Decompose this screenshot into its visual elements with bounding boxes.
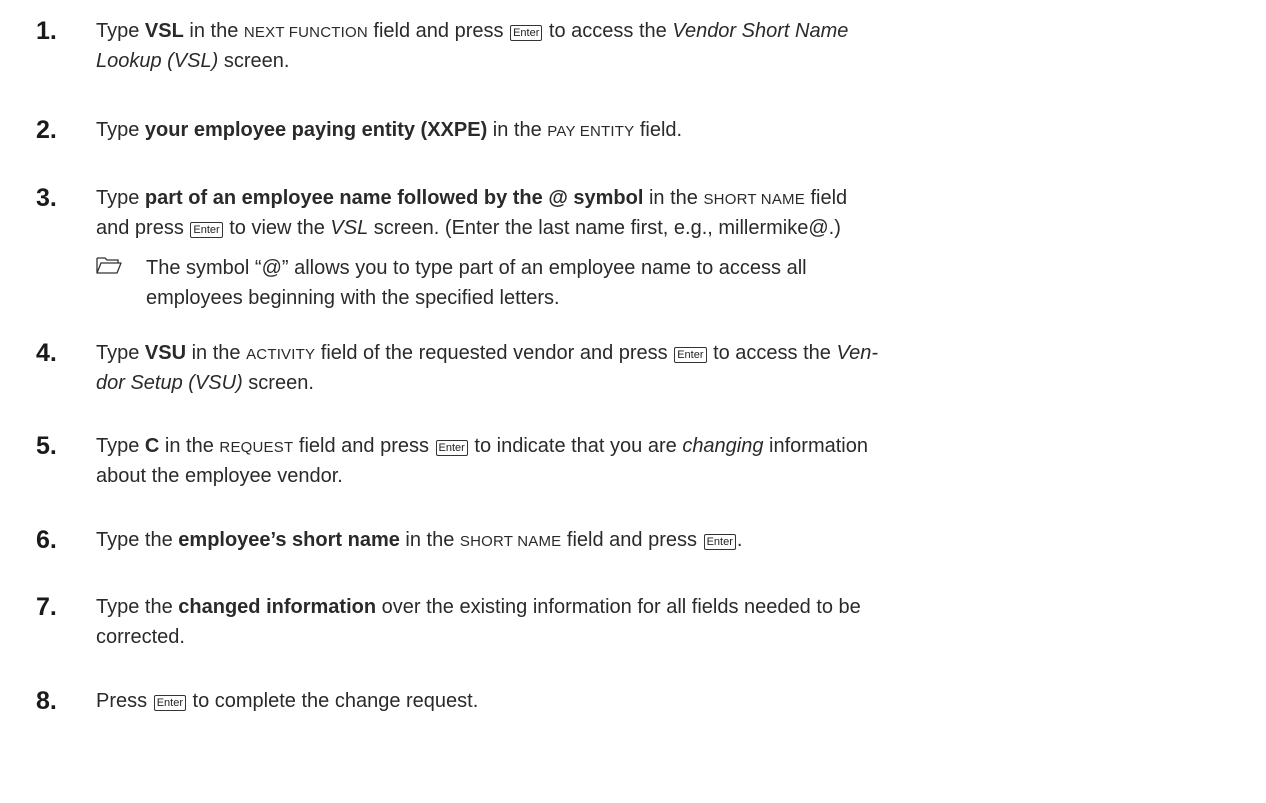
step-number: 8. [36, 687, 57, 715]
field-name: ACTIVITY [246, 346, 316, 363]
step-number: 7. [36, 593, 57, 621]
field-name: REQUEST [219, 439, 294, 456]
step-text-line-1: Type VSU in the ACTIVITY field of the re… [96, 342, 878, 364]
instruction-page: 1. Type VSL in the NEXT FUNCTION field a… [0, 0, 1266, 803]
step-text-line-2: about the employee vendor. [96, 465, 343, 487]
step-text-line-1: Type the changed information over the ex… [96, 596, 861, 618]
enter-key-icon: Enter [674, 347, 707, 363]
step-number: 6. [36, 526, 57, 554]
step-text-line-1: Type the employee’s short name in the SH… [96, 529, 743, 551]
enter-key-icon: Enter [510, 25, 543, 41]
step-text-line-2: dor Setup (VSU) screen. [96, 372, 314, 394]
step-number: 5. [36, 432, 57, 460]
enter-key-icon: Enter [703, 534, 736, 550]
note-text-line-1: The symbol “@” allows you to type part o… [146, 257, 807, 279]
step-number: 2. [36, 116, 57, 144]
field-name: NEXT FUNCTION [243, 24, 368, 41]
note-text-line-2: employees beginning with the specified l… [146, 287, 560, 309]
step-text-line-2: corrected. [96, 626, 185, 648]
field-name: SHORT NAME [703, 191, 805, 208]
step-text-line-1: Press Enter to complete the change reque… [96, 690, 479, 712]
enter-key-icon: Enter [435, 440, 468, 456]
enter-key-icon: Enter [190, 222, 223, 238]
step-text-line-1: Type C in the REQUEST field and press En… [96, 435, 868, 457]
step-text-line-2: Lookup (VSL) screen. [96, 50, 290, 72]
step-number: 4. [36, 339, 57, 367]
step-number: 3. [36, 184, 57, 212]
field-name: PAY ENTITY [547, 123, 635, 140]
enter-key-icon: Enter [153, 695, 186, 711]
step-text-line-1: Type part of an employee name followed b… [96, 187, 848, 209]
step-text-line-1: Type your employee paying entity (XXPE) … [96, 119, 683, 141]
step-number: 1. [36, 17, 57, 45]
folder-icon [96, 257, 122, 274]
field-name: SHORT NAME [459, 533, 562, 550]
step-text-line-2: and press Enter to view the VSL screen. … [96, 217, 841, 239]
step-text-line-1: Type VSL in the NEXT FUNCTION field and … [96, 20, 849, 42]
